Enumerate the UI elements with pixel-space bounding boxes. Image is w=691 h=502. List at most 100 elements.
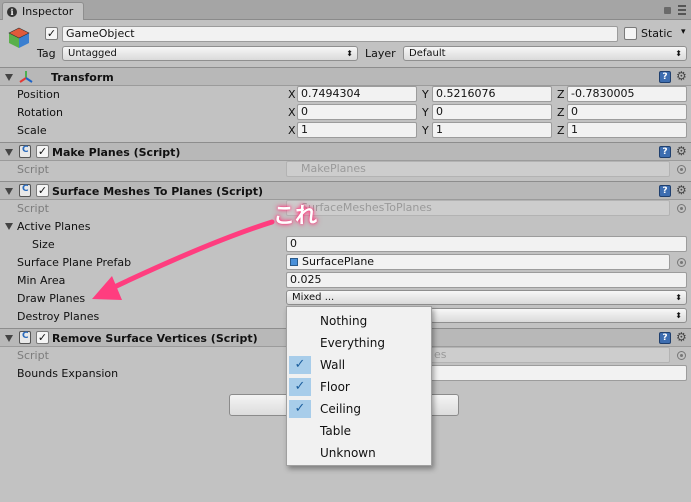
- foldout-arrow-icon[interactable]: [5, 335, 13, 342]
- csharp-script-icon: [19, 331, 31, 344]
- checkmark-icon: ✓: [289, 378, 311, 396]
- script-field: es: [430, 347, 670, 363]
- script-label: Script: [17, 163, 49, 176]
- static-dropdown-arrow-icon[interactable]: ▾: [681, 27, 686, 37]
- make-planes-header[interactable]: ✓ Make Planes (Script) ? ⚙: [0, 142, 691, 161]
- transform-header[interactable]: Transform ? ⚙: [0, 67, 691, 86]
- component-title: Remove Surface Vertices (Script): [52, 332, 258, 345]
- surface-meshes-header[interactable]: ✓ Surface Meshes To Planes (Script) ? ⚙: [0, 181, 691, 200]
- component-enabled-toggle[interactable]: ✓: [36, 331, 49, 344]
- menu-item-unknown[interactable]: Unknown: [288, 442, 430, 464]
- help-book-icon[interactable]: ?: [659, 71, 671, 83]
- rotation-x-field[interactable]: 0: [297, 104, 417, 120]
- target-icon[interactable]: [677, 204, 686, 213]
- menu-item-table[interactable]: Table: [288, 420, 430, 442]
- script-label: Script: [17, 202, 49, 215]
- scale-x-field[interactable]: 1: [297, 122, 417, 138]
- axis-y-label: Y: [422, 106, 429, 119]
- axis-x-label: X: [288, 124, 296, 137]
- static-toggle[interactable]: ✓: [624, 27, 637, 40]
- draw-planes-menu: Nothing Everything ✓ Wall ✓ Floor ✓ Ceiling…: [286, 306, 432, 466]
- bounds-expansion-field[interactable]: [430, 365, 687, 381]
- tab-label: Inspector: [22, 5, 74, 18]
- menu-item-wall[interactable]: ✓ Wall: [288, 354, 430, 376]
- tab-inspector[interactable]: i Inspector: [2, 2, 84, 20]
- min-area-field[interactable]: 0.025: [286, 272, 687, 288]
- gear-icon[interactable]: ⚙: [676, 331, 687, 343]
- draw-planes-label: Draw Planes: [17, 292, 86, 305]
- destroy-planes-label: Destroy Planes: [17, 310, 100, 323]
- layer-dropdown[interactable]: Default ⬍: [403, 46, 687, 61]
- info-icon: i: [7, 6, 17, 17]
- script-field: SurfaceMeshesToPlanes: [286, 200, 670, 216]
- lock-icon[interactable]: [664, 7, 671, 14]
- menu-item-everything[interactable]: Everything: [288, 332, 430, 354]
- scale-label: Scale: [17, 124, 47, 137]
- menu-item-nothing[interactable]: Nothing: [288, 310, 430, 332]
- target-icon[interactable]: [677, 351, 686, 360]
- bounds-expansion-label: Bounds Expansion: [17, 367, 119, 380]
- target-icon[interactable]: [677, 258, 686, 267]
- help-book-icon[interactable]: ?: [659, 332, 671, 344]
- component-enabled-toggle[interactable]: ✓: [36, 184, 49, 197]
- checkmark-icon: ✓: [289, 356, 311, 374]
- position-x-field[interactable]: 0.7494304: [297, 86, 417, 102]
- rotation-label: Rotation: [17, 106, 64, 119]
- axis-y-label: Y: [422, 88, 429, 101]
- component-enabled-toggle[interactable]: ✓: [36, 145, 49, 158]
- active-planes-label: Active Planes: [17, 220, 91, 233]
- destroy-planes-dropdown[interactable]: ⬍: [430, 308, 687, 323]
- position-label: Position: [17, 88, 60, 101]
- rotation-y-field[interactable]: 0: [432, 104, 552, 120]
- axis-x-label: X: [288, 88, 296, 101]
- component-title: Make Planes (Script): [52, 146, 181, 159]
- annotation-text: これ: [273, 204, 318, 229]
- target-icon[interactable]: [677, 165, 686, 174]
- axis-z-label: Z: [557, 124, 565, 137]
- scale-y-field[interactable]: 1: [432, 122, 552, 138]
- checkmark-icon: ✓: [289, 400, 311, 418]
- rotation-z-field[interactable]: 0: [567, 104, 687, 120]
- csharp-script-icon: [19, 145, 31, 158]
- script-field: MakePlanes: [286, 161, 670, 177]
- layer-label: Layer: [365, 47, 396, 60]
- foldout-arrow-icon[interactable]: [5, 74, 13, 81]
- prefab-icon: [290, 258, 298, 266]
- gameobject-cube-icon: [8, 27, 30, 48]
- inspector-tab-bar: i Inspector: [0, 0, 691, 20]
- draw-planes-dropdown[interactable]: Mixed ... ⬍: [286, 290, 687, 305]
- help-book-icon[interactable]: ?: [659, 185, 671, 197]
- menu-icon[interactable]: [678, 5, 686, 15]
- size-label: Size: [32, 238, 55, 251]
- component-title: Transform: [51, 71, 114, 84]
- gameobject-active-toggle[interactable]: ✓: [45, 27, 58, 40]
- tag-dropdown[interactable]: Untagged ⬍: [62, 46, 358, 61]
- min-area-label: Min Area: [17, 274, 66, 287]
- component-title: Surface Meshes To Planes (Script): [52, 185, 263, 198]
- menu-item-floor[interactable]: ✓ Floor: [288, 376, 430, 398]
- foldout-arrow-icon[interactable]: [5, 223, 13, 230]
- axis-z-label: Z: [557, 106, 565, 119]
- gear-icon[interactable]: ⚙: [676, 70, 687, 82]
- menu-item-ceiling[interactable]: ✓ Ceiling: [288, 398, 430, 420]
- position-z-field[interactable]: -0.7830005: [567, 86, 687, 102]
- axis-y-label: Y: [422, 124, 429, 137]
- position-y-field[interactable]: 0.5216076: [432, 86, 552, 102]
- static-label: Static: [641, 27, 673, 40]
- prefab-label: Surface Plane Prefab: [17, 256, 132, 269]
- gameobject-name-field[interactable]: GameObject: [62, 26, 618, 42]
- script-label: Script: [17, 349, 49, 362]
- foldout-arrow-icon[interactable]: [5, 149, 13, 156]
- csharp-script-icon: [19, 184, 31, 197]
- size-field[interactable]: 0: [286, 236, 687, 252]
- gear-icon[interactable]: ⚙: [676, 184, 687, 196]
- scale-z-field[interactable]: 1: [567, 122, 687, 138]
- axis-x-label: X: [288, 106, 296, 119]
- prefab-field[interactable]: SurfacePlane: [286, 254, 670, 270]
- tag-label: Tag: [37, 47, 56, 60]
- help-book-icon[interactable]: ?: [659, 146, 671, 158]
- gear-icon[interactable]: ⚙: [676, 145, 687, 157]
- axis-z-label: Z: [557, 88, 565, 101]
- transform-axes-icon: [19, 71, 33, 83]
- foldout-arrow-icon[interactable]: [5, 188, 13, 195]
